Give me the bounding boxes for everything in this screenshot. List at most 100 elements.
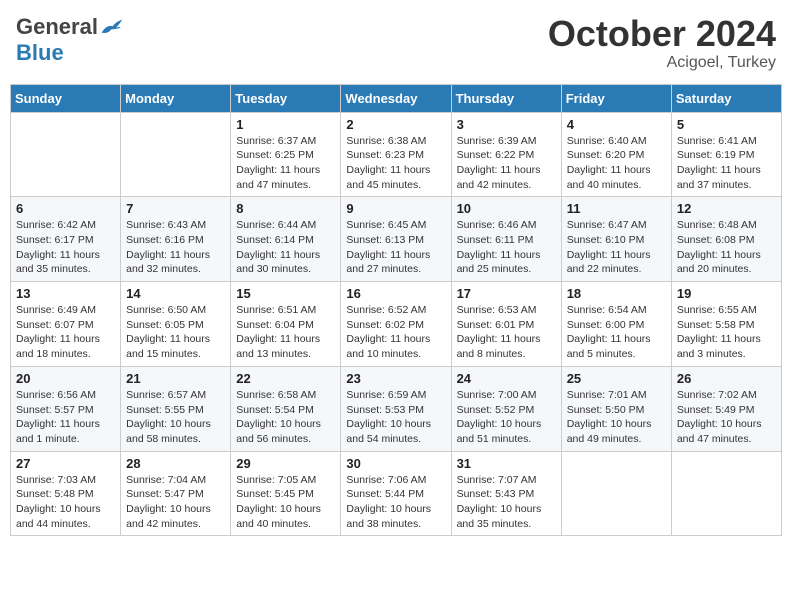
day-info: Sunrise: 6:46 AM Sunset: 6:11 PM Dayligh…	[457, 218, 556, 277]
day-info: Sunrise: 6:44 AM Sunset: 6:14 PM Dayligh…	[236, 218, 335, 277]
day-info: Sunrise: 6:56 AM Sunset: 5:57 PM Dayligh…	[16, 388, 115, 447]
day-info: Sunrise: 6:54 AM Sunset: 6:00 PM Dayligh…	[567, 303, 666, 362]
day-info: Sunrise: 6:57 AM Sunset: 5:55 PM Dayligh…	[126, 388, 225, 447]
weekday-header-tuesday: Tuesday	[231, 84, 341, 112]
day-info: Sunrise: 6:41 AM Sunset: 6:19 PM Dayligh…	[677, 134, 776, 193]
day-info: Sunrise: 6:43 AM Sunset: 6:16 PM Dayligh…	[126, 218, 225, 277]
logo-blue: Blue	[16, 40, 64, 66]
day-number: 18	[567, 286, 666, 301]
day-info: Sunrise: 7:00 AM Sunset: 5:52 PM Dayligh…	[457, 388, 556, 447]
day-number: 7	[126, 201, 225, 216]
weekday-header-saturday: Saturday	[671, 84, 781, 112]
day-info: Sunrise: 7:06 AM Sunset: 5:44 PM Dayligh…	[346, 473, 445, 532]
day-number: 15	[236, 286, 335, 301]
day-info: Sunrise: 6:40 AM Sunset: 6:20 PM Dayligh…	[567, 134, 666, 193]
weekday-header-monday: Monday	[121, 84, 231, 112]
day-info: Sunrise: 6:37 AM Sunset: 6:25 PM Dayligh…	[236, 134, 335, 193]
calendar-cell: 29Sunrise: 7:05 AM Sunset: 5:45 PM Dayli…	[231, 451, 341, 536]
calendar-cell: 15Sunrise: 6:51 AM Sunset: 6:04 PM Dayli…	[231, 282, 341, 367]
title-block: October 2024 Acigoel, Turkey	[548, 14, 776, 72]
calendar-cell: 25 Sunrise: 7:01 AM Sunset: 5:50 PM Dayli…	[561, 366, 671, 451]
day-info: Sunrise: 6:59 AM Sunset: 5:53 PM Dayligh…	[346, 388, 445, 447]
day-number: 22	[236, 371, 335, 386]
calendar-cell: 24 Sunrise: 7:00 AM Sunset: 5:52 PM Dayli…	[451, 366, 561, 451]
day-number: 16	[346, 286, 445, 301]
day-info: Sunrise: 6:47 AM Sunset: 6:10 PM Dayligh…	[567, 218, 666, 277]
day-info: Sunrise: 7:03 AM Sunset: 5:48 PM Dayligh…	[16, 473, 115, 532]
calendar-cell: 5 Sunrise: 6:41 AM Sunset: 6:19 PM Daylig…	[671, 112, 781, 197]
day-number: 27	[16, 456, 115, 471]
day-info: Sunrise: 6:52 AM Sunset: 6:02 PM Dayligh…	[346, 303, 445, 362]
location: Acigoel, Turkey	[548, 54, 776, 72]
day-number: 5	[677, 117, 776, 132]
logo: General Blue	[16, 14, 124, 66]
day-info: Sunrise: 6:42 AM Sunset: 6:17 PM Dayligh…	[16, 218, 115, 277]
day-number: 19	[677, 286, 776, 301]
day-number: 4	[567, 117, 666, 132]
calendar-cell: 12 Sunrise: 6:48 AM Sunset: 6:08 PM Dayli…	[671, 197, 781, 282]
day-number: 6	[16, 201, 115, 216]
day-info: Sunrise: 7:07 AM Sunset: 5:43 PM Dayligh…	[457, 473, 556, 532]
weekday-header-sunday: Sunday	[11, 84, 121, 112]
day-number: 12	[677, 201, 776, 216]
weekday-header-friday: Friday	[561, 84, 671, 112]
day-info: Sunrise: 6:38 AM Sunset: 6:23 PM Dayligh…	[346, 134, 445, 193]
calendar-cell: 3 Sunrise: 6:39 AM Sunset: 6:22 PM Daylig…	[451, 112, 561, 197]
month-title: October 2024	[548, 14, 776, 54]
day-info: Sunrise: 6:48 AM Sunset: 6:08 PM Dayligh…	[677, 218, 776, 277]
calendar-cell: 31 Sunrise: 7:07 AM Sunset: 5:43 PM Dayli…	[451, 451, 561, 536]
calendar-cell: 23 Sunrise: 6:59 AM Sunset: 5:53 PM Dayli…	[341, 366, 451, 451]
calendar-cell	[671, 451, 781, 536]
day-info: Sunrise: 7:02 AM Sunset: 5:49 PM Dayligh…	[677, 388, 776, 447]
calendar-cell	[11, 112, 121, 197]
day-number: 28	[126, 456, 225, 471]
weekday-header-wednesday: Wednesday	[341, 84, 451, 112]
week-row-1: 1Sunrise: 6:37 AM Sunset: 6:25 PM Daylig…	[11, 112, 782, 197]
day-number: 25	[567, 371, 666, 386]
calendar-cell: 22Sunrise: 6:58 AM Sunset: 5:54 PM Dayli…	[231, 366, 341, 451]
calendar-cell: 10 Sunrise: 6:46 AM Sunset: 6:11 PM Dayli…	[451, 197, 561, 282]
day-number: 14	[126, 286, 225, 301]
calendar-cell	[561, 451, 671, 536]
calendar-cell: 14 Sunrise: 6:50 AM Sunset: 6:05 PM Dayli…	[121, 282, 231, 367]
weekday-header-thursday: Thursday	[451, 84, 561, 112]
day-number: 23	[346, 371, 445, 386]
day-number: 3	[457, 117, 556, 132]
calendar-cell: 6 Sunrise: 6:42 AM Sunset: 6:17 PM Daylig…	[11, 197, 121, 282]
calendar-table: SundayMondayTuesdayWednesdayThursdayFrid…	[10, 84, 782, 537]
calendar-cell: 11 Sunrise: 6:47 AM Sunset: 6:10 PM Dayli…	[561, 197, 671, 282]
page-header: General Blue October 2024 Acigoel, Turke…	[10, 10, 782, 76]
week-row-4: 20 Sunrise: 6:56 AM Sunset: 5:57 PM Dayli…	[11, 366, 782, 451]
day-number: 24	[457, 371, 556, 386]
calendar-cell	[121, 112, 231, 197]
calendar-cell: 30Sunrise: 7:06 AM Sunset: 5:44 PM Dayli…	[341, 451, 451, 536]
week-row-2: 6 Sunrise: 6:42 AM Sunset: 6:17 PM Daylig…	[11, 197, 782, 282]
day-number: 21	[126, 371, 225, 386]
week-row-5: 27 Sunrise: 7:03 AM Sunset: 5:48 PM Dayli…	[11, 451, 782, 536]
calendar-cell: 20 Sunrise: 6:56 AM Sunset: 5:57 PM Dayli…	[11, 366, 121, 451]
day-number: 20	[16, 371, 115, 386]
day-info: Sunrise: 6:45 AM Sunset: 6:13 PM Dayligh…	[346, 218, 445, 277]
day-info: Sunrise: 7:05 AM Sunset: 5:45 PM Dayligh…	[236, 473, 335, 532]
calendar-cell: 1Sunrise: 6:37 AM Sunset: 6:25 PM Daylig…	[231, 112, 341, 197]
day-number: 11	[567, 201, 666, 216]
day-number: 9	[346, 201, 445, 216]
calendar-cell: 28Sunrise: 7:04 AM Sunset: 5:47 PM Dayli…	[121, 451, 231, 536]
day-number: 13	[16, 286, 115, 301]
calendar-cell: 26Sunrise: 7:02 AM Sunset: 5:49 PM Dayli…	[671, 366, 781, 451]
day-info: Sunrise: 6:53 AM Sunset: 6:01 PM Dayligh…	[457, 303, 556, 362]
calendar-cell: 19 Sunrise: 6:55 AM Sunset: 5:58 PM Dayli…	[671, 282, 781, 367]
calendar-cell: 18 Sunrise: 6:54 AM Sunset: 6:00 PM Dayli…	[561, 282, 671, 367]
day-info: Sunrise: 6:39 AM Sunset: 6:22 PM Dayligh…	[457, 134, 556, 193]
day-number: 2	[346, 117, 445, 132]
day-number: 31	[457, 456, 556, 471]
day-info: Sunrise: 6:49 AM Sunset: 6:07 PM Dayligh…	[16, 303, 115, 362]
day-info: Sunrise: 6:50 AM Sunset: 6:05 PM Dayligh…	[126, 303, 225, 362]
day-info: Sunrise: 6:55 AM Sunset: 5:58 PM Dayligh…	[677, 303, 776, 362]
day-info: Sunrise: 7:01 AM Sunset: 5:50 PM Dayligh…	[567, 388, 666, 447]
calendar-cell: 13 Sunrise: 6:49 AM Sunset: 6:07 PM Dayli…	[11, 282, 121, 367]
logo-general: General	[16, 14, 98, 40]
day-number: 10	[457, 201, 556, 216]
calendar-cell: 17Sunrise: 6:53 AM Sunset: 6:01 PM Dayli…	[451, 282, 561, 367]
calendar-cell: 21 Sunrise: 6:57 AM Sunset: 5:55 PM Dayli…	[121, 366, 231, 451]
